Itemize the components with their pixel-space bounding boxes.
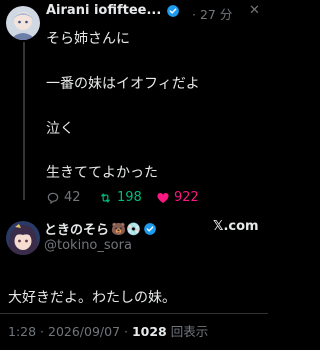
retweet-count-value: 198 [117, 190, 142, 205]
reply-author[interactable]: Airani iofiftee... [46, 3, 180, 18]
reply-author-name[interactable]: Airani iofiftee... [46, 3, 161, 18]
comment-icon [47, 192, 59, 204]
avatar[interactable] [6, 6, 40, 40]
reply-time[interactable]: · 27 分 [192, 4, 232, 23]
view-count: 1028 [131, 324, 167, 339]
tweet-timestamp: 1:28 · 2026/09/07 · [8, 324, 132, 339]
x-logo-link[interactable]: 𝕏.com [213, 219, 259, 234]
verified-icon [144, 222, 156, 235]
like-count[interactable]: 922 [156, 190, 199, 205]
retweet-count[interactable]: 198 [98, 190, 142, 205]
reply-line-1: そら姉さんに [46, 31, 130, 47]
main-tweet-text: 大好きだよ。わたしの妹。 [8, 290, 176, 306]
reply-count[interactable]: 42 [46, 190, 81, 205]
main-author[interactable]: ときのそら 🐻💿 [44, 219, 157, 238]
reply-line-3: 泣く [46, 121, 74, 137]
close-icon[interactable]: ✕ [249, 3, 260, 18]
avatar[interactable] [6, 221, 40, 255]
reply-line-2: 一番の妹はイオフィだよ [46, 76, 200, 92]
verified-icon [166, 4, 179, 17]
badge-emojis: 🐻💿 [111, 221, 141, 236]
heart-icon [157, 192, 169, 203]
x-logo-text: 𝕏.com [213, 219, 259, 234]
view-label: 回表示 [166, 324, 209, 339]
thread-line [23, 42, 25, 200]
retweet-icon [100, 192, 111, 203]
divider [0, 313, 268, 314]
main-author-name[interactable]: ときのそら [44, 219, 109, 238]
like-count-value: 922 [174, 190, 199, 205]
reply-count-value: 42 [64, 190, 81, 205]
main-handle[interactable]: @tokino_sora [44, 238, 132, 253]
tweet-meta[interactable]: 1:28 · 2026/09/07 · 1028 回表示 [8, 321, 208, 340]
reply-line-4: 生きててよかった [46, 165, 158, 181]
